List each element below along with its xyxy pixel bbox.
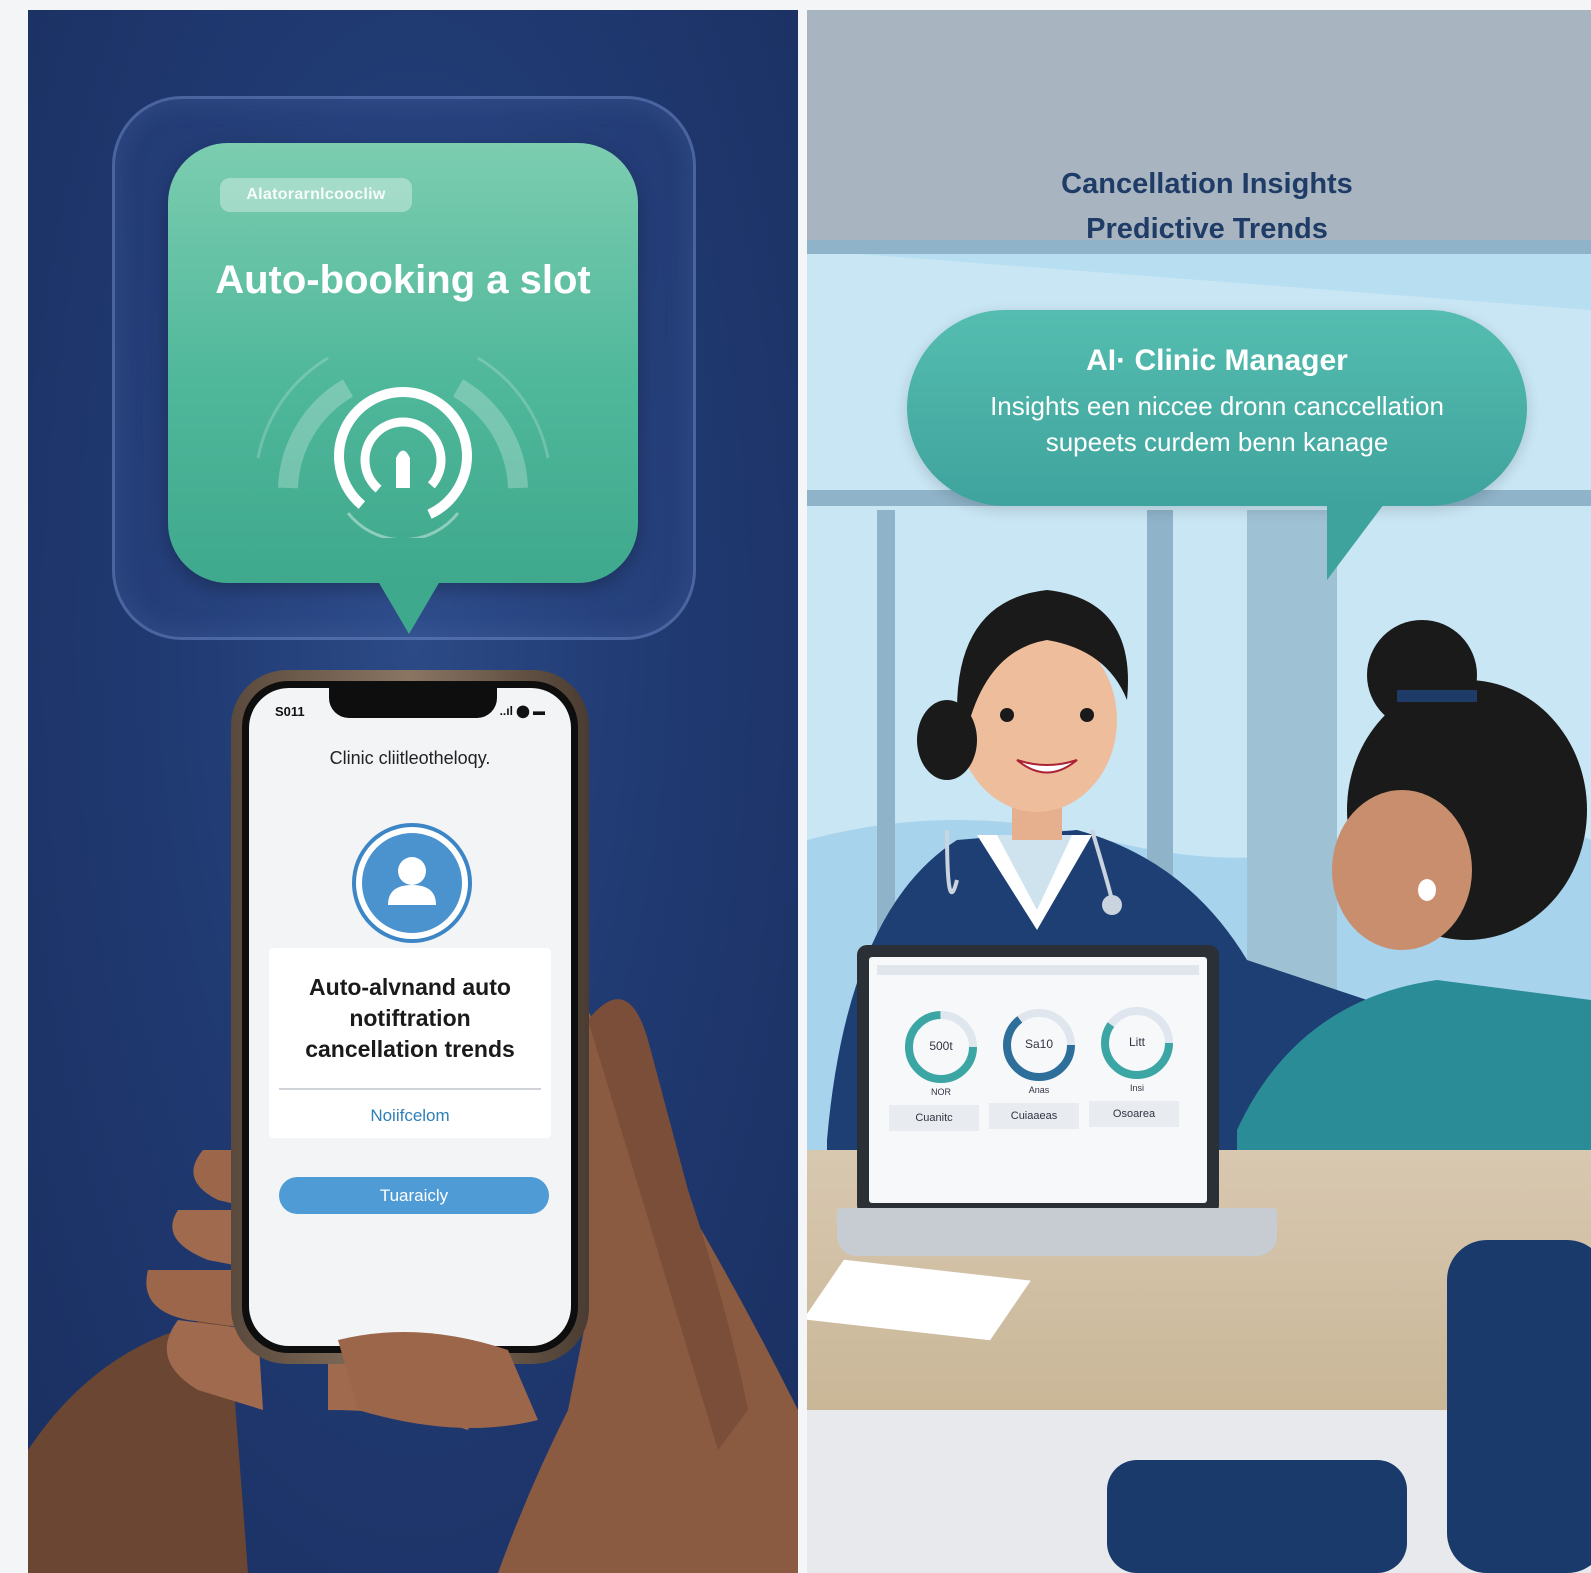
gauge-sub-1: NOR bbox=[931, 1087, 951, 1097]
gauge-value-2: Sa10 bbox=[1024, 1037, 1054, 1051]
smartphone: S011 ..ıl ⬤ ▬ Clinic cliitleotheloqy. Au… bbox=[231, 670, 589, 1364]
phone-screen: S011 ..ıl ⬤ ▬ Clinic cliitleotheloqy. Au… bbox=[249, 688, 571, 1346]
gauge-sub-2: Anas bbox=[1028, 1085, 1050, 1095]
gauge-value-1: 500t bbox=[929, 1039, 953, 1053]
bubble-title: Auto-booking a slot bbox=[215, 258, 591, 302]
dashboard-gauges bbox=[877, 965, 1199, 1083]
gauge-value-3: Litt bbox=[1128, 1035, 1145, 1049]
gauge-sub-3: Insi bbox=[1129, 1083, 1144, 1093]
dashboard-tab-3[interactable]: Osoarea bbox=[1089, 1101, 1179, 1127]
notification-bell-icon bbox=[256, 356, 550, 538]
notification-link[interactable]: Noiifcelom bbox=[269, 1106, 551, 1126]
card-divider bbox=[279, 1088, 541, 1090]
app-header: Clinic cliitleotheloqy. bbox=[329, 748, 491, 768]
dashboard-tab-2[interactable]: Cuiaaeas bbox=[989, 1103, 1079, 1129]
phone-notch bbox=[329, 688, 497, 718]
left-panel: Alatorarnlcoocliw Auto-booking a slot S0… bbox=[28, 10, 798, 1573]
card-text-line1: Auto-alvnand auto bbox=[309, 974, 511, 1000]
chair-seat bbox=[1107, 1460, 1407, 1573]
ai-bubble-title: AI· Clinic Manager bbox=[1086, 344, 1348, 377]
dashboard: 500t Sa10 Litt NOR Anas Insi Cuanitc Cui… bbox=[869, 957, 1207, 1203]
ai-bubble-line1: Insights een niccee dronn canccellation bbox=[990, 391, 1444, 421]
right-panel: Cancellation Insights Predictive Trends … bbox=[807, 10, 1591, 1573]
primary-button[interactable]: Tuaraicly bbox=[279, 1177, 549, 1214]
status-time: S011 bbox=[275, 704, 305, 719]
card-text-line2: notiftration bbox=[349, 1005, 471, 1031]
laptop-keyboard bbox=[837, 1208, 1277, 1256]
chair bbox=[1447, 1240, 1591, 1573]
page-header: Cancellation Insights Predictive Trends bbox=[1007, 162, 1407, 252]
header-line2: Predictive Trends bbox=[1086, 213, 1328, 245]
ai-speech-bubble-tail bbox=[1327, 500, 1387, 580]
ai-bubble-line2: supeets curdem benn kanage bbox=[1045, 427, 1389, 457]
card-text-line3: cancellation trends bbox=[305, 1036, 515, 1062]
bubble-chip: Alatorarnlcoocliw bbox=[220, 178, 412, 212]
header-line1: Cancellation Insights bbox=[1061, 168, 1353, 200]
avatar bbox=[352, 823, 472, 943]
illustration-stage: Alatorarnlcoocliw Auto-booking a slot S0… bbox=[0, 0, 1591, 1573]
card-text: Auto-alvnand auto notiftration cancellat… bbox=[269, 972, 551, 1065]
status-icons: ..ıl ⬤ ▬ bbox=[499, 704, 545, 718]
user-icon bbox=[388, 857, 436, 905]
speech-bubble-tail bbox=[375, 576, 443, 634]
laptop-screen: 500t Sa10 Litt NOR Anas Insi Cuanitc Cui… bbox=[857, 945, 1219, 1215]
thumb-illustration bbox=[338, 1332, 538, 1428]
notification-card[interactable]: Auto-alvnand auto notiftration cancellat… bbox=[269, 948, 551, 1138]
dashboard-tab-1[interactable]: Cuanitc bbox=[889, 1105, 979, 1131]
